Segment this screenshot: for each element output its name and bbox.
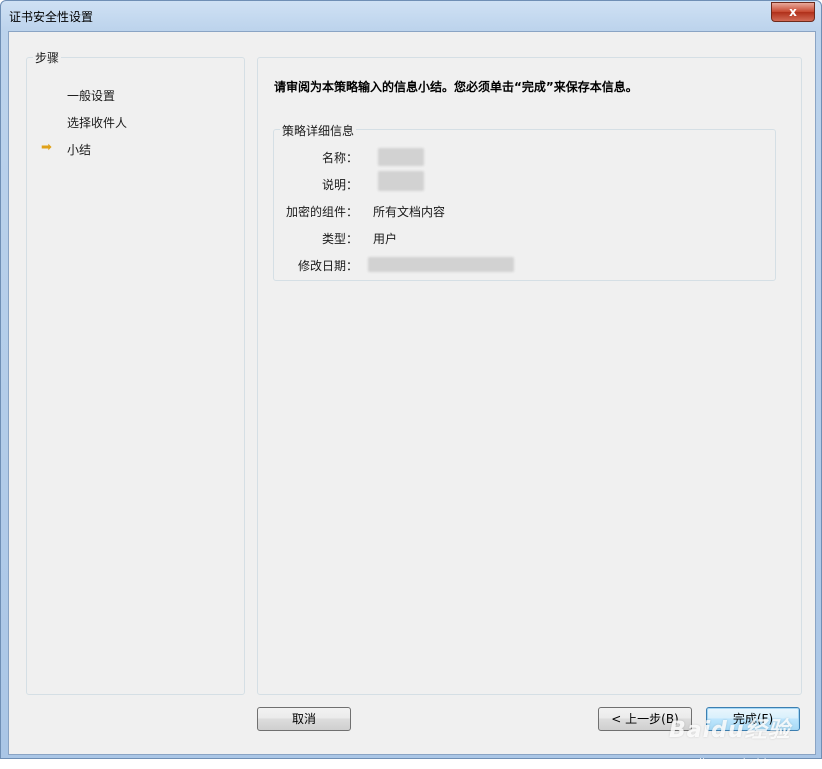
dialog-client-area: 步骤 一般设置 选择收件人 ➡ 小结 请审阅为本策略输入的信息小结。您必须单击“… <box>8 31 816 769</box>
modified-date-label: 修改日期： <box>297 259 358 273</box>
dialog-window: 证书安全性设置 x 步骤 一般设置 选择收件人 ➡ 小结 请审阅为本策略输入的信… <box>0 0 822 769</box>
step-summary[interactable]: 小结 <box>67 141 91 158</box>
description-redacted <box>378 171 424 191</box>
step-general-settings[interactable]: 一般设置 <box>67 87 115 104</box>
encrypted-components-value: 所有文档内容 <box>373 205 446 219</box>
modified-date-redacted <box>368 257 514 272</box>
summary-panel: 请审阅为本策略输入的信息小结。您必须单击“完成”来保存本信息。 策略详细信息 名… <box>257 57 802 695</box>
description-label: 说明： <box>321 178 358 192</box>
type-label: 类型： <box>321 232 358 246</box>
window-title: 证书安全性设置 <box>9 10 94 24</box>
name-label: 名称： <box>321 151 358 165</box>
steps-title: 步骤 <box>33 49 62 66</box>
type-value: 用户 <box>373 232 398 246</box>
cancel-button[interactable]: 取消 <box>257 707 351 731</box>
name-redacted <box>378 148 424 166</box>
steps-panel: 步骤 一般设置 选择收件人 ➡ 小结 <box>26 49 245 695</box>
arrow-right-icon: ➡ <box>41 140 52 155</box>
close-button[interactable]: x <box>771 2 815 22</box>
title-bar[interactable]: 证书安全性设置 x <box>1 1 821 29</box>
baidu-watermark-url: jingyan.baidu.com <box>699 756 801 769</box>
step-select-recipients[interactable]: 选择收件人 <box>67 114 127 131</box>
summary-heading: 请审阅为本策略输入的信息小结。您必须单击“完成”来保存本信息。 <box>274 80 638 94</box>
policy-details-group: 策略详细信息 名称： 说明： 加密的组件： 所有文档内容 类型： 用户 修改日期… <box>273 122 776 281</box>
encrypted-components-label: 加密的组件： <box>285 205 358 219</box>
close-icon: x <box>789 5 797 19</box>
policy-details-title: 策略详细信息 <box>280 122 357 139</box>
baidu-watermark: Baidu经验 <box>669 718 791 743</box>
